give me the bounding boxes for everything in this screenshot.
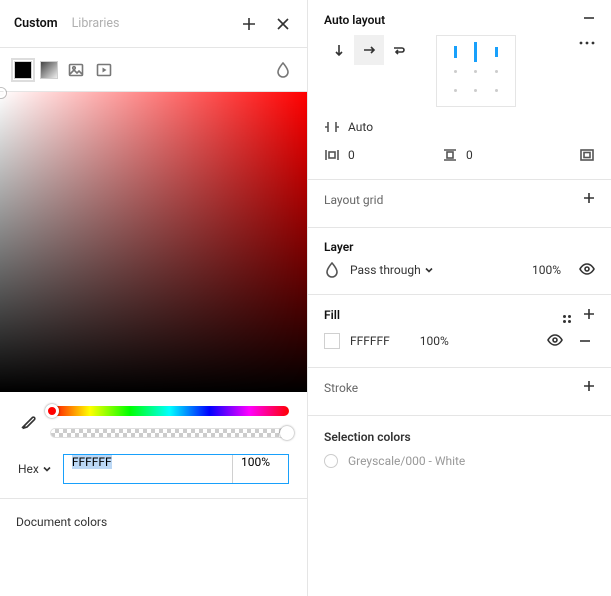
layout-grid-section: Layout grid (308, 180, 611, 228)
selection-colors-title: Selection colors (308, 416, 611, 446)
saturation-value-field[interactable] (0, 92, 307, 392)
add-stroke-icon[interactable] (583, 380, 595, 395)
hex-row: Hex (0, 446, 307, 498)
hex-input-group (63, 454, 289, 484)
padding-horizontal-field[interactable]: 0 (324, 147, 432, 163)
paint-solid-button[interactable] (14, 61, 32, 79)
add-fill-icon[interactable] (583, 308, 595, 323)
visibility-icon[interactable] (579, 263, 595, 278)
direction-vertical-button[interactable] (324, 35, 354, 65)
fill-title: Fill (324, 308, 340, 322)
blend-mode-dropdown[interactable]: Pass through (350, 263, 433, 277)
add-icon[interactable] (239, 14, 259, 34)
color-model-dropdown[interactable]: Hex (18, 462, 51, 476)
layer-section: Layer Pass through 100% (308, 228, 611, 295)
tab-custom[interactable]: Custom (14, 16, 58, 31)
hex-input[interactable] (64, 455, 232, 469)
remove-auto-layout-icon[interactable] (583, 12, 595, 27)
hue-slider[interactable] (50, 406, 289, 416)
fill-section: Fill FFFFFF 100% (308, 295, 611, 368)
fill-color-chip[interactable] (324, 333, 340, 349)
layer-blend-icon (324, 262, 340, 278)
layer-title: Layer (324, 240, 354, 254)
direction-buttons (324, 35, 414, 65)
blend-mode-icon[interactable] (273, 60, 293, 80)
alignment-grid[interactable] (436, 35, 516, 107)
remove-fill-icon[interactable] (575, 331, 595, 351)
auto-layout-section: Auto layout (308, 0, 611, 180)
selection-color-item[interactable]: Greyscale/000 - White (308, 446, 611, 476)
stroke-title: Stroke (324, 381, 358, 395)
color-picker-panel: Custom Libraries (0, 0, 308, 596)
paint-video-button[interactable] (94, 60, 114, 80)
fill-visibility-icon[interactable] (547, 334, 563, 349)
padding-v-icon (442, 147, 458, 163)
padding-h-icon (324, 147, 340, 163)
fill-opacity-value[interactable]: 100% (420, 334, 449, 348)
spacing-field[interactable]: Auto (324, 119, 432, 135)
tab-libraries[interactable]: Libraries (72, 16, 120, 31)
padding-h-value: 0 (348, 148, 355, 162)
auto-layout-more-icon[interactable] (579, 35, 595, 48)
alpha-slider[interactable] (50, 428, 289, 438)
layout-grid-title: Layout grid (324, 193, 383, 207)
paint-gradient-button[interactable] (40, 61, 58, 79)
document-colors-header[interactable]: Document colors (0, 498, 307, 545)
padding-individual-icon[interactable] (579, 147, 595, 163)
opacity-input[interactable] (233, 455, 288, 469)
eyedropper-icon[interactable] (18, 412, 38, 432)
close-icon[interactable] (273, 14, 293, 34)
layer-opacity-field[interactable]: 100% (532, 263, 561, 277)
padding-v-value: 0 (466, 148, 473, 162)
blend-mode-value: Pass through (350, 263, 421, 277)
padding-vertical-field[interactable]: 0 (442, 147, 550, 163)
fill-hex-value[interactable]: FFFFFF (350, 334, 390, 348)
direction-wrap-button[interactable] (384, 35, 414, 65)
slider-area (0, 392, 307, 446)
add-layout-grid-icon[interactable] (583, 192, 595, 207)
auto-layout-title: Auto layout (324, 13, 385, 27)
selection-color-chip (324, 454, 338, 468)
fill-styles-icon[interactable] (563, 307, 571, 323)
hue-thumb[interactable] (45, 404, 59, 418)
chevron-down-icon (425, 266, 433, 274)
spacing-icon (324, 119, 340, 135)
direction-horizontal-button[interactable] (354, 35, 384, 65)
spacing-value: Auto (348, 120, 373, 134)
fill-item: FFFFFF 100% (324, 331, 595, 351)
stroke-section: Stroke (308, 368, 611, 416)
alpha-thumb[interactable] (280, 426, 294, 440)
chevron-down-icon (43, 465, 51, 473)
selection-color-label: Greyscale/000 - White (348, 454, 465, 468)
color-model-label: Hex (18, 462, 39, 476)
paint-type-row (0, 48, 307, 92)
color-picker-header: Custom Libraries (0, 0, 307, 48)
paint-image-button[interactable] (66, 60, 86, 80)
design-panel: Auto layout (308, 0, 611, 596)
